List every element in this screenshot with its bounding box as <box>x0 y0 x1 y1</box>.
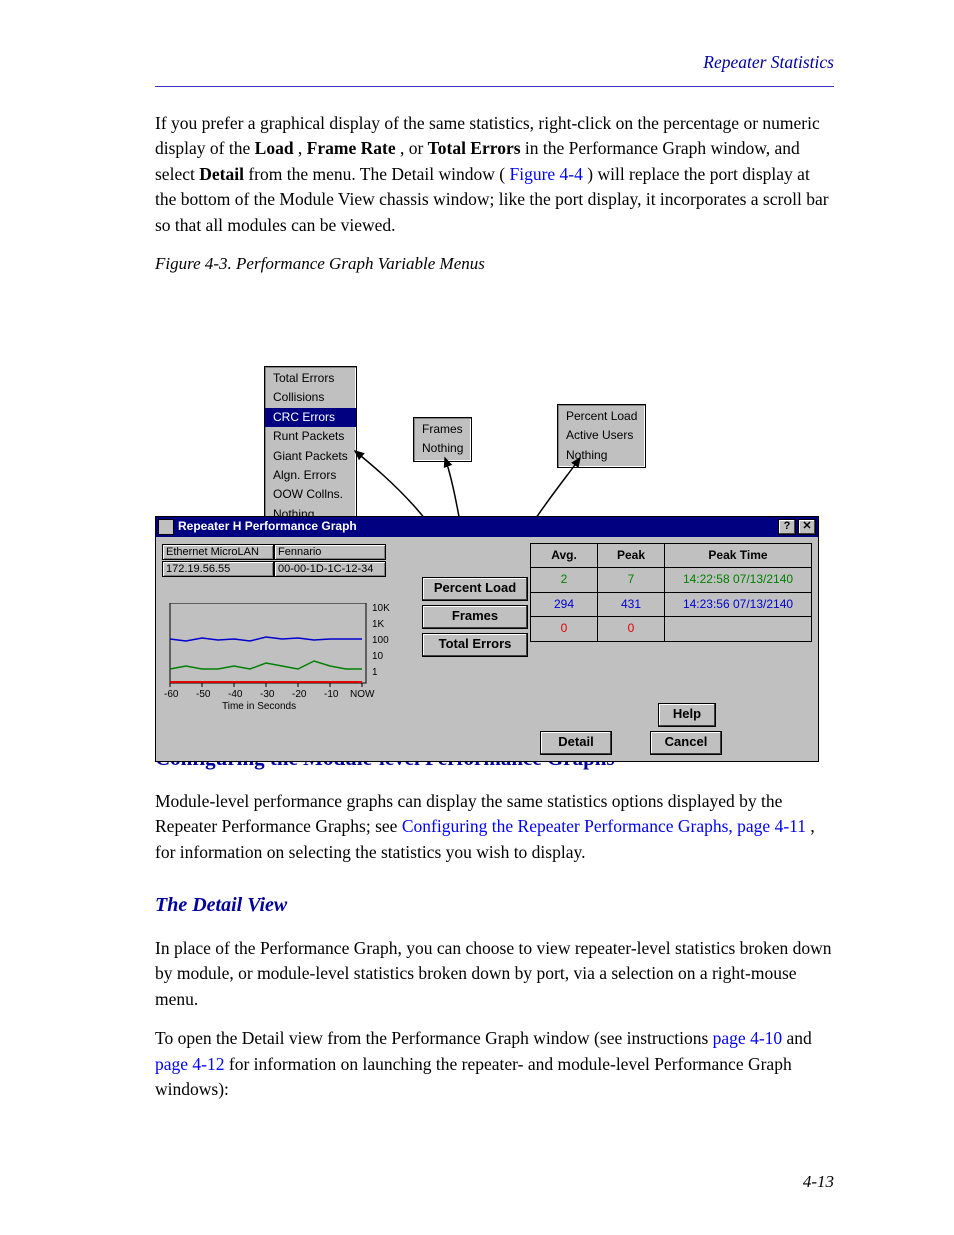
menu-item[interactable]: Active Users <box>558 426 645 445</box>
col-peaktime: Peak Time <box>665 544 812 568</box>
popup-load[interactable]: Percent Load Active Users Nothing <box>557 404 646 468</box>
titlebar[interactable]: Repeater H Performance Graph ? ✕ <box>156 517 818 537</box>
svg-text:NOW: NOW <box>350 689 375 700</box>
section-label: Repeater Statistics <box>703 50 834 75</box>
performance-graph-window: Repeater H Performance Graph ? ✕ Etherne… <box>155 516 819 762</box>
strip-chart: 10K 1K 100 10 1 <box>162 603 398 711</box>
device-type: Ethernet MicroLAN <box>162 544 274 560</box>
ref-link[interactable]: page 4-12 <box>155 1054 225 1074</box>
text-bold: Frame Rate <box>307 138 396 158</box>
col-avg: Avg. <box>531 544 598 568</box>
figure-link[interactable]: Figure 4-4 <box>509 164 582 184</box>
svg-text:-30: -30 <box>260 689 275 700</box>
popup-frames[interactable]: Frames Nothing <box>413 417 472 462</box>
text-bold: Load <box>255 138 294 158</box>
text: , or <box>400 138 428 158</box>
detail-paragraph-2: To open the Detail view from the Perform… <box>155 1026 834 1102</box>
menu-item[interactable]: Collisions <box>265 388 356 407</box>
menu-item[interactable]: Frames <box>414 420 471 439</box>
menu-item[interactable]: Giant Packets <box>265 447 356 466</box>
svg-text:-40: -40 <box>228 689 243 700</box>
device-name: Fennario <box>274 544 386 560</box>
text: from the menu. <box>248 164 359 184</box>
app-icon <box>158 519 174 535</box>
table-row-frames: 294 431 14:23:56 07/13/2140 <box>531 592 812 616</box>
svg-text:-10: -10 <box>324 689 339 700</box>
svg-text:1K: 1K <box>372 619 385 630</box>
menu-item[interactable]: OOW Collns. <box>265 485 356 504</box>
text: The Detail window ( <box>360 164 505 184</box>
svg-text:-20: -20 <box>292 689 307 700</box>
help-button[interactable]: Help <box>658 703 716 727</box>
stats-table: Avg. Peak Peak Time 2 7 14:22:58 07/13/2… <box>530 543 812 642</box>
menu-item[interactable]: Runt Packets <box>265 427 356 446</box>
ref-link[interactable]: page 4-10 <box>713 1028 783 1048</box>
svg-text:1: 1 <box>372 667 378 678</box>
page-number: 4-13 <box>803 1170 834 1195</box>
help-button[interactable]: ? <box>778 519 796 535</box>
screenshot-area: Total Errors Collisions CRC Errors Runt … <box>155 366 819 764</box>
popup-errors[interactable]: Total Errors Collisions CRC Errors Runt … <box>264 366 357 527</box>
total-errors-button[interactable]: Total Errors <box>422 633 528 657</box>
svg-text:-50: -50 <box>196 689 211 700</box>
svg-text:10: 10 <box>372 651 384 662</box>
heading-detail-view: The Detail View <box>155 891 834 920</box>
device-info: Ethernet MicroLANFennario 172.19.56.5500… <box>162 543 388 578</box>
detail-button[interactable]: Detail <box>540 731 612 755</box>
percent-load-button[interactable]: Percent Load <box>422 577 528 601</box>
table-row-load: 2 7 14:22:58 07/13/2140 <box>531 568 812 592</box>
x-axis-label: Time in Seconds <box>222 701 296 711</box>
menu-item[interactable]: Nothing <box>414 439 471 458</box>
text: and <box>787 1028 812 1048</box>
window-title: Repeater H Performance Graph <box>178 518 357 535</box>
table-row-errors: 0 0 <box>531 617 812 641</box>
device-mac: 00-00-1D-1C-12-34 <box>274 561 386 577</box>
menu-item[interactable]: Total Errors <box>265 369 356 388</box>
svg-text:100: 100 <box>372 635 389 646</box>
col-peak: Peak <box>598 544 665 568</box>
menu-item[interactable]: Percent Load <box>558 407 645 426</box>
svg-text:10K: 10K <box>372 603 390 614</box>
cancel-button[interactable]: Cancel <box>650 731 722 755</box>
ref-link[interactable]: Configuring the Repeater Performance Gra… <box>402 816 806 836</box>
detail-paragraph-1: In place of the Performance Graph, you c… <box>155 936 834 1012</box>
svg-text:-60: -60 <box>164 689 179 700</box>
text-bold: Total Errors <box>428 138 521 158</box>
figure-caption: Figure 4-3. Performance Graph Variable M… <box>155 252 834 277</box>
close-button[interactable]: ✕ <box>798 519 816 535</box>
menu-item[interactable]: Nothing <box>558 446 645 465</box>
text: , <box>298 138 307 158</box>
text: To open the Detail view from the Perform… <box>155 1028 713 1048</box>
menu-item-selected[interactable]: CRC Errors <box>265 408 356 427</box>
menu-item[interactable]: Algn. Errors <box>265 466 356 485</box>
table-header-row: Avg. Peak Peak Time <box>531 544 812 568</box>
section-rule <box>155 86 834 87</box>
intro-paragraph: If you prefer a graphical display of the… <box>155 111 834 238</box>
text-bold: Detail <box>199 164 244 184</box>
device-ip: 172.19.56.55 <box>162 561 274 577</box>
frames-button[interactable]: Frames <box>422 605 528 629</box>
text: for information on launching the repeate… <box>155 1054 792 1099</box>
configuring-paragraph: Module-level performance graphs can disp… <box>155 789 834 865</box>
